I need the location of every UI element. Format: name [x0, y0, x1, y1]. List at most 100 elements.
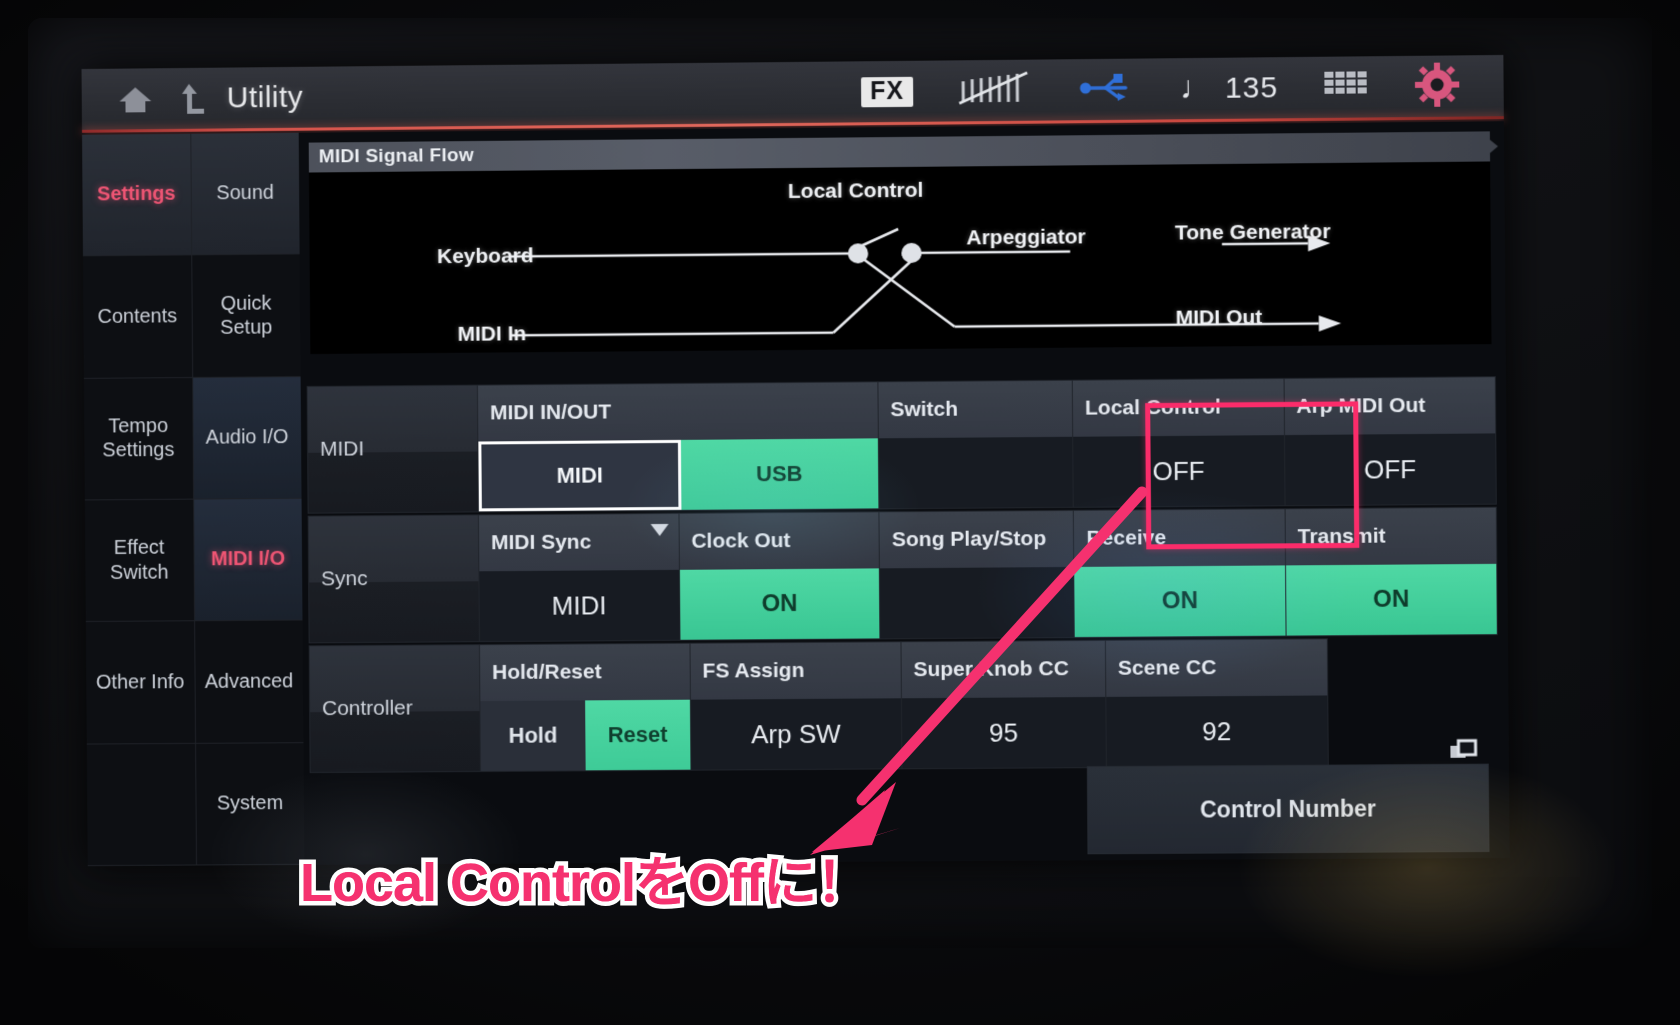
sidebar-row: Tempo Settings Audio I/O [83, 376, 302, 501]
cell-midi-in-out[interactable]: MIDI IN/OUT MIDI USB [476, 381, 880, 513]
flow-label-keyboard: Keyboard [436, 244, 534, 269]
cell-song-play-stop[interactable]: Song Play/Stop [878, 509, 1076, 640]
cell-value-transmit[interactable]: ON [1285, 563, 1497, 636]
cell-clock-out[interactable]: Clock Out ON [678, 511, 881, 641]
cell-head-song-play-stop: Song Play/Stop [879, 510, 1074, 569]
sidebar: Settings Sound Contents Quick Setup Temp… [82, 132, 305, 867]
sidebar-item-midi-io[interactable]: MIDI I/O [193, 498, 303, 621]
sidebar-item-settings[interactable]: Settings [82, 133, 192, 256]
cell-transmit[interactable]: Transmit ON [1284, 506, 1498, 637]
sidebar-item-label: Effect Switch [109, 536, 169, 584]
sidebar-item-label: System [216, 792, 284, 815]
sidebar-item-label: Quick Setup [220, 292, 273, 339]
sidebar-item-quick-setup[interactable]: Quick Setup [192, 255, 301, 377]
flow-diagram: Keyboard Local Control Arpeggiator Tone … [308, 161, 1492, 355]
segment-reset[interactable]: Reset [585, 699, 691, 771]
sidebar-item-advanced[interactable]: Advanced [195, 621, 304, 743]
keyboard-slider-icon[interactable] [957, 68, 1034, 114]
sidebar-item-label: Audio I/O [205, 426, 289, 449]
sidebar-item-effect-switch[interactable]: Effect Switch [84, 499, 195, 622]
cell-head-arp-midi-out: Arp MIDI Out [1284, 377, 1496, 436]
synth-touchscreen: Utility FX ♩ 135 Settings Sound Contents… [81, 54, 1620, 980]
sidebar-row: Contents Quick Setup [82, 254, 301, 379]
cell-fs-assign[interactable]: FS Assign Arp SW [689, 641, 903, 771]
control-number-label: Control Number [1199, 794, 1377, 823]
sidebar-item-audio-io[interactable]: Audio I/O [192, 376, 302, 499]
row-label-controller: Controller [308, 644, 481, 774]
sidebar-item-label: Contents [97, 305, 178, 328]
cell-switch[interactable]: Switch [877, 379, 1074, 510]
fx-badge[interactable]: FX [860, 76, 914, 108]
row-label-sync: Sync [307, 514, 480, 644]
cell-head-clock-out: Clock Out [679, 512, 880, 570]
cell-head-hold-reset: Hold/Reset [479, 643, 690, 702]
cell-value-song-play-stop [880, 567, 1074, 638]
cell-value-switch [878, 437, 1072, 509]
cell-head-scene-cc: Scene CC [1105, 639, 1328, 697]
sidebar-item-sound[interactable]: Sound [190, 132, 300, 255]
main-panel: MIDI Signal Flow Keyboard Local Control … [298, 121, 1510, 865]
flow-title: MIDI Signal Flow [318, 145, 474, 168]
cell-head-switch: Switch [878, 380, 1073, 439]
tempo-value: 135 [1224, 71, 1279, 105]
row-label-midi: MIDI [306, 384, 479, 514]
segment-usb[interactable]: USB [680, 438, 879, 510]
sidebar-row: Settings Sound [82, 132, 300, 257]
home-icon[interactable] [117, 84, 153, 114]
control-number-button[interactable]: Control Number [1086, 764, 1490, 855]
sidebar-item-other-info[interactable]: Other Info [85, 621, 196, 744]
cell-hold-reset[interactable]: Hold/Reset Hold Reset [478, 642, 692, 772]
sidebar-item-label: MIDI I/O [210, 548, 286, 571]
sidebar-item-label: Sound [216, 182, 275, 205]
cell-value-receive[interactable]: ON [1074, 565, 1286, 638]
gear-icon[interactable] [1414, 62, 1460, 112]
flow-label-local-control: Local Control [787, 178, 924, 204]
cell-head-label: MIDI Sync [491, 530, 592, 555]
cell-head-super-knob-cc: Super Knob CC [901, 640, 1106, 699]
sidebar-row: Effect Switch MIDI I/O [84, 498, 303, 623]
segment-midi[interactable]: MIDI [478, 439, 682, 512]
usb-icon[interactable] [1077, 70, 1135, 110]
up-arrow-icon[interactable] [175, 82, 205, 116]
sidebar-row: Other Info Advanced [85, 620, 304, 745]
page-title: Utility [226, 80, 304, 115]
cell-value-clock-out[interactable]: ON [679, 568, 880, 640]
grid-row-midi: MIDI MIDI IN/OUT MIDI USB Switch Local C… [306, 376, 1497, 514]
cell-value-arp-midi-out[interactable]: OFF [1284, 433, 1495, 505]
quarter-note-icon: ♩ [1179, 68, 1214, 106]
segment-hold[interactable]: Hold [480, 700, 586, 771]
grid-icon[interactable] [1322, 68, 1371, 108]
cell-local-control[interactable]: Local Control OFF [1071, 377, 1286, 508]
cell-scene-cc[interactable]: Scene CC 92 [1104, 638, 1329, 769]
cell-value-local-control[interactable]: OFF [1073, 435, 1284, 507]
parameter-grid: MIDI MIDI IN/OUT MIDI USB Switch Local C… [306, 376, 1500, 861]
page-body: Settings Sound Contents Quick Setup Temp… [82, 121, 1510, 867]
chevron-down-icon[interactable] [650, 523, 669, 537]
annotation-caption: Local ControlをOffに！ [300, 853, 870, 913]
screenshot-root: Utility FX ♩ 135 Settings Sound Contents… [0, 0, 1680, 1025]
cell-head-midi-sync: MIDI Sync [478, 513, 679, 572]
overlapping-windows-icon[interactable] [1449, 739, 1479, 769]
sidebar-item-system[interactable]: System [196, 743, 305, 865]
cell-value-midi-sync[interactable]: MIDI [479, 570, 679, 641]
sidebar-item-label: Other Info [95, 670, 185, 694]
sidebar-item-tempo-settings[interactable]: Tempo Settings [83, 377, 194, 500]
cell-value-fs-assign[interactable]: Arp SW [691, 698, 901, 769]
sidebar-row: System [86, 742, 305, 867]
cell-receive[interactable]: Receive ON [1073, 508, 1287, 639]
tempo-display[interactable]: ♩ 135 [1179, 68, 1279, 106]
cell-value-scene-cc[interactable]: 92 [1106, 695, 1327, 767]
cell-head-fs-assign: FS Assign [690, 642, 901, 700]
cell-midi-sync[interactable]: MIDI Sync MIDI [477, 512, 681, 643]
cell-value-super-knob-cc[interactable]: 95 [902, 697, 1106, 768]
cell-head-local-control: Local Control [1072, 378, 1284, 437]
grid-row-controller: Controller Hold/Reset Hold Reset FS Assi… [308, 637, 1499, 774]
midi-signal-flow-panel: MIDI Signal Flow Keyboard Local Control … [308, 131, 1492, 355]
grid-row-sync: Sync MIDI Sync MIDI Clock Out ON Song Pl… [307, 506, 1498, 644]
sidebar-item-contents[interactable]: Contents [82, 255, 193, 378]
flow-label-midi-out: MIDI Out [1175, 305, 1263, 330]
flow-label-arpeggiator: Arpeggiator [966, 225, 1086, 250]
cell-head-midi-in-out: MIDI IN/OUT [477, 382, 878, 442]
cell-super-knob-cc[interactable]: Super Knob CC 95 [900, 639, 1107, 770]
cell-arp-midi-out[interactable]: Arp MIDI Out OFF [1283, 376, 1497, 507]
